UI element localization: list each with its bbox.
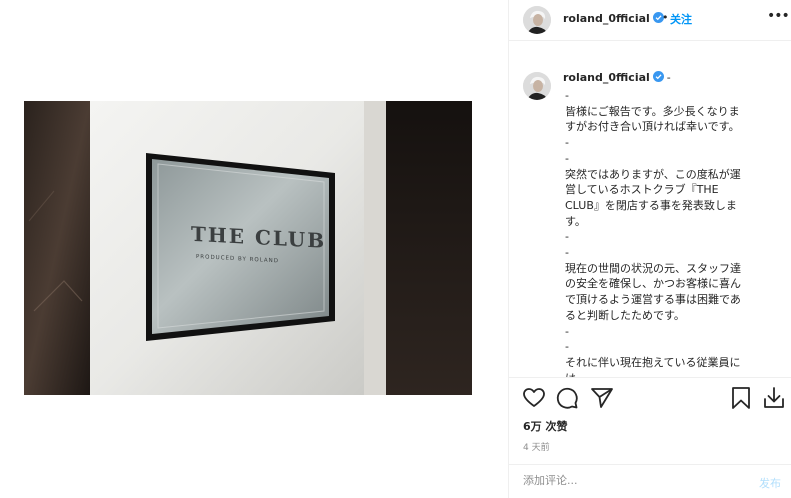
download-icon[interactable] [761,385,787,411]
caption-text: - 皆様にご報告です。多少長くなりま すがお付き合い頂ければ幸いです。 - - … [565,89,741,377]
post-side-panel: roland_0fficial • 关注 ••• roland_0fficial… [508,0,791,498]
post-timestamp[interactable]: 4 天前 [523,440,550,453]
author-avatar[interactable] [523,6,551,34]
caption-suffix: - [666,71,671,84]
comment-icon[interactable] [554,385,580,411]
action-bar [509,385,791,417]
comment-bar: 发布 [509,464,791,498]
author-username[interactable]: roland_0fficial [563,12,664,25]
heart-icon[interactable] [521,385,547,411]
follow-button[interactable]: 关注 [670,11,692,27]
caption-scroll-area[interactable]: roland_0fficial - - 皆様にご報告です。多少長くなりま すがお付… [509,41,791,378]
caption-username[interactable]: roland_0fficial [563,71,664,84]
post-media-pane: THE CLUB PRODUCED BY ROLAND [0,0,508,498]
more-options-icon[interactable]: ••• [767,8,790,26]
comment-input[interactable] [523,474,743,487]
verified-badge-icon [652,71,664,82]
bookmark-icon[interactable] [728,385,754,411]
caption-avatar[interactable] [523,72,551,100]
like-count[interactable]: 6万 次赞 [523,418,567,434]
header-separator: • [662,11,669,24]
paper-plane-icon[interactable] [589,385,615,411]
caption-header: roland_0fficial - [563,71,671,84]
post-photo[interactable]: THE CLUB PRODUCED BY ROLAND [24,101,472,395]
post-header: roland_0fficial • 关注 ••• [509,0,791,41]
post-comment-button[interactable]: 发布 [759,475,781,491]
